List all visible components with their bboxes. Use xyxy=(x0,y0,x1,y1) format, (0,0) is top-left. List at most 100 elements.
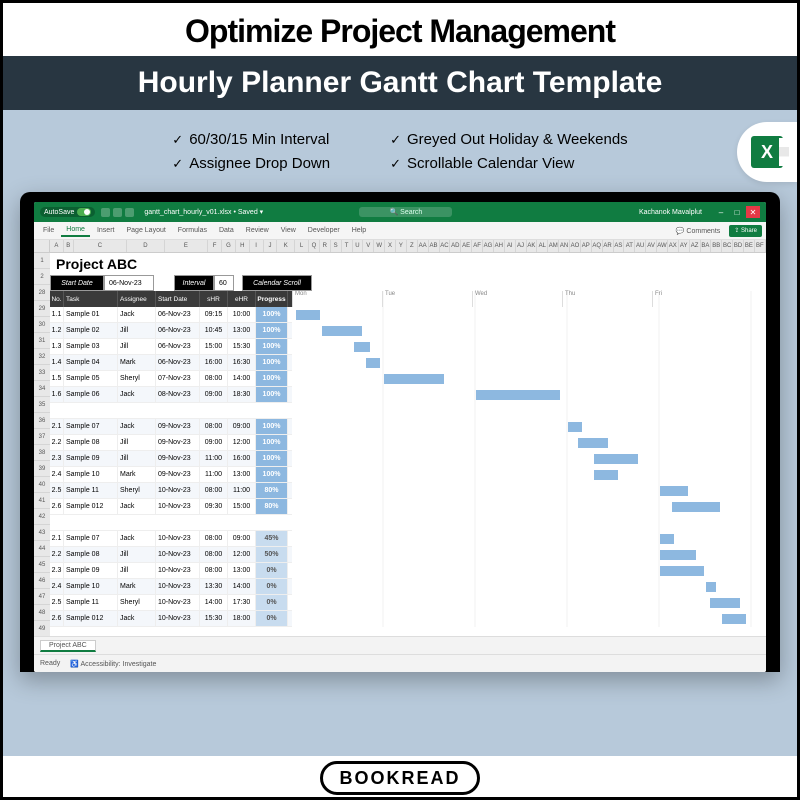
progress-cell: 80% xyxy=(256,499,288,514)
comments-button[interactable]: 💬 Comments xyxy=(671,225,726,237)
project-title: Project ABC xyxy=(50,253,766,275)
monitor-frame: AutoSave gantt_chart_hourly_v01.xlsx • S… xyxy=(20,192,780,672)
progress-cell: 50% xyxy=(256,547,288,562)
gantt-bar[interactable] xyxy=(296,310,320,320)
redo-icon[interactable] xyxy=(125,208,134,217)
progress-cell: 100% xyxy=(256,371,288,386)
gantt-bar[interactable] xyxy=(660,486,688,496)
headline-1: Optimize Project Management xyxy=(3,3,797,56)
minimize-icon[interactable]: – xyxy=(714,206,728,218)
headline-2: Hourly Planner Gantt Chart Template xyxy=(3,56,797,110)
ribbon-tab-review[interactable]: Review xyxy=(241,225,274,236)
table-row[interactable]: 1.6Sample 06Jack08-Nov-2309:0018:30100% xyxy=(50,387,292,403)
column-headers[interactable]: ABCDEFGHIJKLQRSTUVWXYZAAABACADAEAFAGAHAI… xyxy=(34,240,766,253)
table-row[interactable]: 2.3Sample 09Jill09-Nov-2311:0016:00100% xyxy=(50,451,292,467)
ribbon-tab-help[interactable]: Help xyxy=(347,225,371,236)
progress-cell: 100% xyxy=(256,307,288,322)
feature-item: Assignee Drop Down xyxy=(172,152,330,176)
table-row[interactable]: 1.5Sample 05Sheryl07-Nov-2308:0014:00100… xyxy=(50,371,292,387)
progress-cell: 100% xyxy=(256,419,288,434)
progress-cell: 45% xyxy=(256,531,288,546)
table-header: No. Task Assignee Start Date sHR eHR Pro… xyxy=(50,291,292,307)
gantt-bar[interactable] xyxy=(660,566,704,576)
progress-cell: 0% xyxy=(256,611,288,626)
gantt-bar[interactable] xyxy=(660,534,674,544)
gantt-bar[interactable] xyxy=(594,470,618,480)
table-row[interactable]: 1.4Sample 04Mark06-Nov-2316:0016:30100% xyxy=(50,355,292,371)
undo-icon[interactable] xyxy=(113,208,122,217)
gantt-bar[interactable] xyxy=(594,454,638,464)
ribbon-tab-view[interactable]: View xyxy=(276,225,301,236)
progress-cell: 0% xyxy=(256,563,288,578)
table-row[interactable]: 2.3Sample 09Jill10-Nov-2308:0013:000% xyxy=(50,563,292,579)
table-row[interactable]: 1.3Sample 03Jill06-Nov-2315:0015:30100% xyxy=(50,339,292,355)
table-row[interactable]: 2.2Sample 08Jill10-Nov-2308:0012:0050% xyxy=(50,547,292,563)
progress-cell: 100% xyxy=(256,435,288,450)
filename[interactable]: gantt_chart_hourly_v01.xlsx • Saved ▾ xyxy=(144,208,263,216)
gantt-bar[interactable] xyxy=(722,614,746,624)
row-numbers[interactable]: 1228293031323334353637383940414243444546… xyxy=(34,253,50,636)
progress-cell: 0% xyxy=(256,595,288,610)
progress-cell: 100% xyxy=(256,323,288,338)
table-row[interactable]: 2.5Sample 11Sheryl10-Nov-2308:0011:0080% xyxy=(50,483,292,499)
ribbon-tab-formulas[interactable]: Formulas xyxy=(173,225,212,236)
gantt-bar[interactable] xyxy=(322,326,362,336)
ribbon-tab-developer[interactable]: Developer xyxy=(303,225,345,236)
progress-cell: 100% xyxy=(256,387,288,402)
table-row[interactable]: 2.6Sample 012Jack10-Nov-2315:3018:000% xyxy=(50,611,292,627)
ribbon-tab-insert[interactable]: Insert xyxy=(92,225,120,236)
close-icon[interactable]: ✕ xyxy=(746,206,760,218)
progress-cell: 100% xyxy=(256,339,288,354)
table-row[interactable]: 2.4Sample 10Mark09-Nov-2311:0013:00100% xyxy=(50,467,292,483)
feature-item: 60/30/15 Min Interval xyxy=(172,128,330,152)
gantt-bar[interactable] xyxy=(568,422,582,432)
brand-logo: BOOKREAD xyxy=(320,761,479,795)
table-row[interactable]: 2.1Sample 07Jack10-Nov-2308:0009:0045% xyxy=(50,531,292,547)
interval-input[interactable]: 60 xyxy=(214,275,234,291)
calendar-scroll-label: Calendar Scroll xyxy=(242,275,312,291)
share-button[interactable]: ⇪ Share xyxy=(729,225,762,237)
excel-titlebar: AutoSave gantt_chart_hourly_v01.xlsx • S… xyxy=(34,202,766,222)
progress-cell: 80% xyxy=(256,483,288,498)
sheet-tab[interactable]: Project ABC xyxy=(40,640,96,652)
progress-cell: 100% xyxy=(256,451,288,466)
ribbon-tabs: FileHomeInsertPage LayoutFormulasDataRev… xyxy=(34,222,766,240)
feature-item: Scrollable Calendar View xyxy=(390,152,628,176)
gantt-bar[interactable] xyxy=(660,550,696,560)
table-row[interactable]: 2.4Sample 10Mark10-Nov-2313:3014:000% xyxy=(50,579,292,595)
status-accessibility[interactable]: ♿ Accessibility: Investigate xyxy=(70,660,156,668)
table-row[interactable]: 2.1Sample 07Jack09-Nov-2308:0009:00100% xyxy=(50,419,292,435)
gantt-bar[interactable] xyxy=(710,598,740,608)
gantt-bar[interactable] xyxy=(366,358,380,368)
gantt-bar[interactable] xyxy=(384,374,444,384)
search-input[interactable]: 🔍 Search xyxy=(359,207,452,217)
ribbon-tab-home[interactable]: Home xyxy=(61,224,90,237)
feature-item: Greyed Out Holiday & Weekends xyxy=(390,128,628,152)
table-row[interactable]: 1.1Sample 01Jack06-Nov-2309:1510:00100% xyxy=(50,307,292,323)
status-bar: Project ABC xyxy=(34,636,766,654)
gantt-bar[interactable] xyxy=(476,390,560,400)
ribbon-tab-page-layout[interactable]: Page Layout xyxy=(121,225,170,236)
start-date-label: Start Date xyxy=(50,275,104,291)
gantt-bar[interactable] xyxy=(672,502,720,512)
autosave-toggle[interactable]: AutoSave xyxy=(40,207,95,217)
gantt-bar[interactable] xyxy=(578,438,608,448)
ribbon-tab-file[interactable]: File xyxy=(38,225,59,236)
table-row[interactable]: 2.5Sample 11Sheryl10-Nov-2314:0017:300% xyxy=(50,595,292,611)
status-ready: Ready xyxy=(40,660,60,667)
progress-cell: 100% xyxy=(256,467,288,482)
save-icon[interactable] xyxy=(101,208,110,217)
ribbon-tab-data[interactable]: Data xyxy=(214,225,239,236)
user-name[interactable]: Kachanok Mavalplut xyxy=(639,209,702,216)
progress-cell: 100% xyxy=(256,355,288,370)
excel-icon: X xyxy=(737,122,797,182)
table-row[interactable]: 1.2Sample 02Jill06-Nov-2310:4513:00100% xyxy=(50,323,292,339)
table-row[interactable]: 2.6Sample 012Jack10-Nov-2309:3015:0080% xyxy=(50,499,292,515)
table-row[interactable]: 2.2Sample 08Jill09-Nov-2309:0012:00100% xyxy=(50,435,292,451)
gantt-bar[interactable] xyxy=(706,582,716,592)
gantt-bar[interactable] xyxy=(354,342,370,352)
start-date-input[interactable]: 06-Nov-23 xyxy=(104,275,154,291)
maximize-icon[interactable]: □ xyxy=(730,206,744,218)
progress-cell: 0% xyxy=(256,579,288,594)
interval-label: Interval xyxy=(174,275,214,291)
